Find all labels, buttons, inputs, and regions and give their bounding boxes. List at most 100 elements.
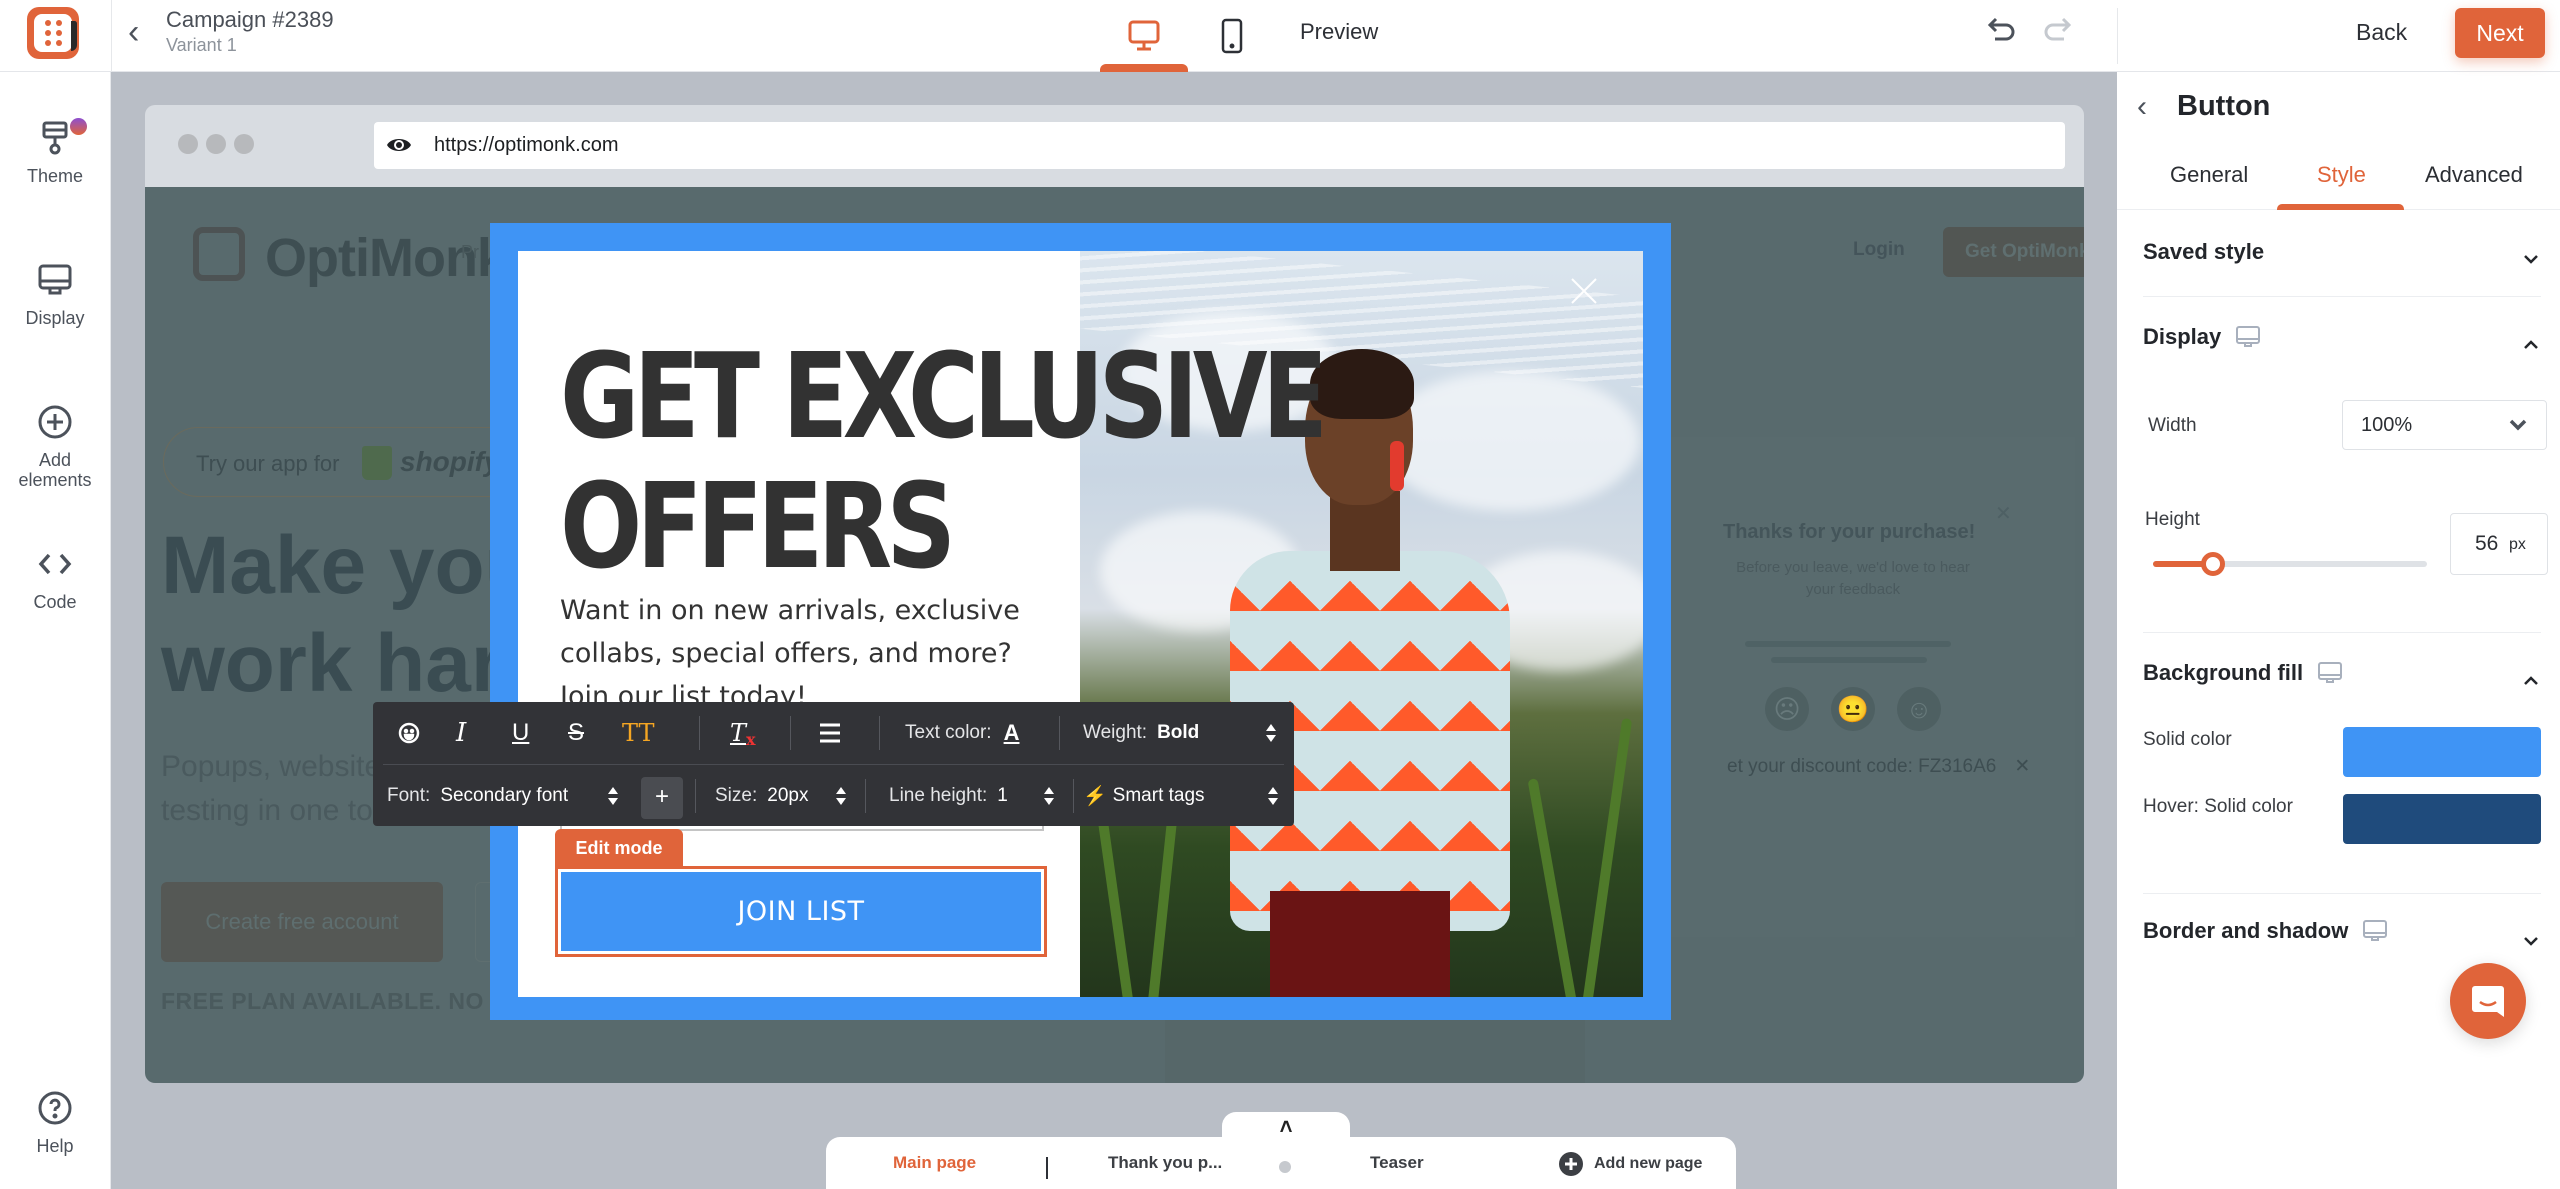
- sidebar-item-label: Code: [33, 592, 77, 612]
- discount-text: et your discount code: FZ316A6: [1727, 756, 1997, 777]
- align-button[interactable]: [818, 702, 842, 764]
- section-display[interactable]: Display: [2143, 324, 2261, 350]
- text-color-icon: A: [1003, 720, 1020, 745]
- emoji-button[interactable]: [397, 702, 421, 764]
- sort-arrows-icon[interactable]: [607, 786, 619, 806]
- device-tab-desktop[interactable]: [1100, 0, 1188, 72]
- add-new-page-button[interactable]: Add new page: [1558, 1151, 1702, 1177]
- chevron-down-icon[interactable]: [2521, 252, 2541, 266]
- tab-general[interactable]: General: [2170, 162, 2248, 210]
- popup-headline[interactable]: GET EXCLUSIVE OFFERS: [560, 331, 1328, 591]
- font-select[interactable]: Font: Secondary font: [387, 765, 568, 827]
- placeholder-line: [1745, 641, 1951, 647]
- section-background-fill[interactable]: Background fill: [2143, 660, 2343, 686]
- uppercase-button[interactable]: TT: [622, 702, 654, 764]
- window-dot: [206, 134, 226, 154]
- url-text[interactable]: https://optimonk.com: [434, 134, 619, 157]
- tab-style[interactable]: Style: [2277, 162, 2404, 210]
- shopify-bag-icon: [362, 446, 392, 480]
- close-icon: ✕: [2014, 756, 2031, 777]
- font-label: Font:: [387, 785, 431, 806]
- window-dot: [178, 134, 198, 154]
- section-title: Saved style: [2143, 239, 2265, 264]
- tab-advanced[interactable]: Advanced: [2425, 162, 2523, 210]
- width-select[interactable]: 100%: [2342, 400, 2547, 450]
- sidebar-item-label: Help: [36, 1136, 74, 1156]
- plus-circle-icon: [1559, 1152, 1583, 1176]
- chevron-left-icon[interactable]: ‹: [2137, 90, 2147, 124]
- feedback-title: Thanks for your purchase!: [1723, 521, 1976, 543]
- redo-button[interactable]: [2042, 15, 2072, 51]
- add-font-button[interactable]: +: [641, 777, 683, 819]
- chevron-down-icon: [2509, 419, 2527, 431]
- text-color-control[interactable]: Text color: A: [905, 702, 1019, 764]
- page-tab-teaser[interactable]: Teaser: [1370, 1153, 1424, 1173]
- sort-arrows-icon[interactable]: [1043, 786, 1055, 806]
- divider: [699, 716, 700, 750]
- popup-body-text[interactable]: Want in on new arrivals, exclusive colla…: [560, 589, 1060, 718]
- back-button[interactable]: Back: [2340, 12, 2423, 52]
- chevron-down-icon[interactable]: [2521, 934, 2541, 948]
- section-title: Display: [2143, 324, 2222, 349]
- site-login: Login: [1853, 239, 1905, 260]
- height-slider[interactable]: [2153, 552, 2427, 576]
- sort-arrows-icon[interactable]: [835, 786, 847, 806]
- popup[interactable]: GET EXCLUSIVE OFFERS Want in on new arri…: [490, 223, 1671, 1020]
- sidebar-item-code[interactable]: Code: [0, 542, 110, 612]
- pill-brand: shopify: [400, 446, 500, 477]
- happy-face-icon: ☺: [1897, 687, 1941, 731]
- chevron-up-icon[interactable]: [2521, 338, 2541, 352]
- height-input[interactable]: 56 px: [2450, 513, 2548, 575]
- page-tab-main[interactable]: Main page: [893, 1153, 976, 1173]
- top-bar: ‹ Campaign #2389 Variant 1 Preview Back …: [0, 0, 2560, 72]
- text-transform-icon: TT: [622, 719, 655, 747]
- chat-support-button[interactable]: [2450, 963, 2526, 1039]
- optimonk-logo[interactable]: [27, 7, 79, 59]
- url-bar[interactable]: https://optimonk.com: [374, 122, 2065, 169]
- size-select[interactable]: Size: 20px: [715, 765, 808, 827]
- sidebar-item-theme[interactable]: Theme: [0, 116, 110, 186]
- sort-arrows-icon[interactable]: [1265, 723, 1277, 743]
- preview-button[interactable]: Preview: [1300, 19, 1378, 45]
- campaign-title[interactable]: Campaign #2389: [166, 7, 334, 33]
- size-label: Size:: [715, 785, 758, 806]
- device-tab-mobile[interactable]: [1188, 0, 1276, 72]
- notification-dot: [70, 118, 87, 135]
- pages-toggle[interactable]: ˄: [1222, 1112, 1350, 1144]
- underline-button[interactable]: U: [512, 702, 529, 764]
- sidebar-item-help[interactable]: Help: [0, 1086, 110, 1156]
- section-border-shadow[interactable]: Border and shadow: [2143, 918, 2388, 944]
- site-cta-primary: Create free account: [161, 882, 443, 962]
- sidebar-item-display[interactable]: Display: [0, 258, 110, 328]
- smart-tags-label: Smart tags: [1112, 785, 1205, 806]
- hover-color-swatch[interactable]: [2343, 794, 2541, 844]
- next-button[interactable]: Next: [2455, 8, 2545, 58]
- sidebar-item-add-elements[interactable]: Add elements: [0, 400, 110, 490]
- italic-button[interactable]: I: [456, 702, 466, 764]
- close-icon[interactable]: [1566, 273, 1602, 309]
- clear-format-button[interactable]: Tx: [730, 702, 756, 764]
- variant-name: Variant 1: [166, 35, 237, 55]
- chevron-left-icon[interactable]: ‹: [128, 15, 154, 49]
- section-title: Background fill: [2143, 660, 2304, 685]
- chevron-up-icon[interactable]: [2521, 674, 2541, 688]
- code-icon: [38, 553, 72, 575]
- smart-tags-select[interactable]: ⚡ Smart tags: [1083, 765, 1205, 827]
- section-saved-style[interactable]: Saved style: [2143, 239, 2264, 265]
- height-value[interactable]: 56: [2475, 532, 2498, 556]
- divider: [790, 716, 791, 750]
- solid-color-swatch[interactable]: [2343, 727, 2541, 777]
- sort-arrows-icon[interactable]: [1267, 786, 1279, 806]
- line-height-select[interactable]: Line height: 1: [889, 765, 1008, 827]
- chat-icon: [2472, 986, 2504, 1017]
- strikethrough-button[interactable]: S: [568, 702, 584, 764]
- weight-select[interactable]: Weight: Bold: [1083, 702, 1199, 764]
- join-list-button[interactable]: JOIN LIST: [561, 872, 1041, 951]
- chevron-up-icon: ˄: [1279, 1114, 1293, 1139]
- slider-thumb[interactable]: [2201, 552, 2226, 576]
- undo-button[interactable]: [1987, 15, 2017, 51]
- help-circle-icon: [38, 1091, 72, 1125]
- page-tab-thank-you[interactable]: Thank you p...: [1108, 1153, 1222, 1173]
- monitor-icon: [2363, 920, 2388, 941]
- add-page-label: Add new page: [1594, 1155, 1703, 1172]
